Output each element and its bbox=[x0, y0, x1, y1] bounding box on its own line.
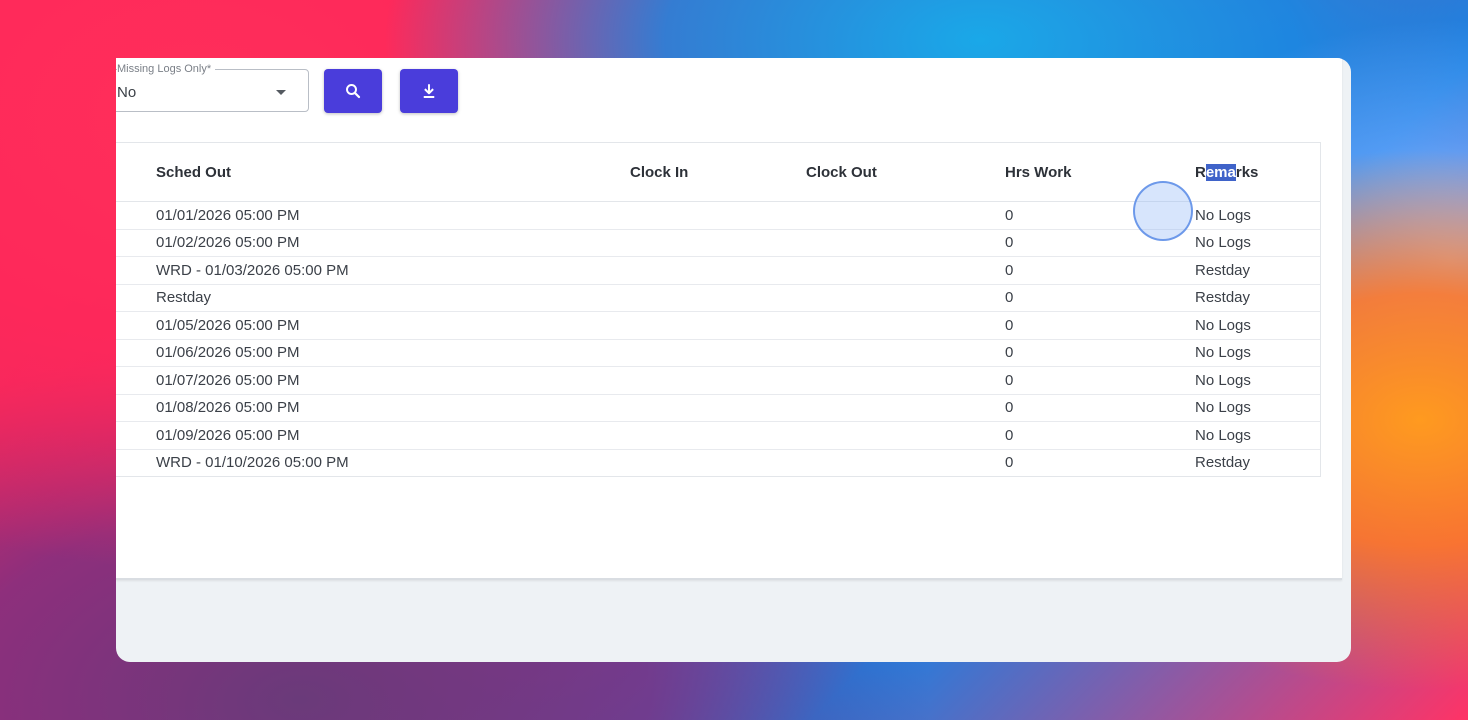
search-icon bbox=[346, 84, 361, 99]
missing-logs-select[interactable]: Missing Logs Only* No bbox=[116, 62, 309, 112]
cell-clock-in bbox=[630, 284, 806, 312]
cell-clock-in bbox=[630, 394, 806, 422]
cell-hrs-work: 0 bbox=[1005, 311, 1195, 340]
table-body: 01/01/2026 05:00 PM 0 No Logs 01/02/2026 05… bbox=[116, 201, 1320, 477]
search-button[interactable] bbox=[324, 69, 382, 113]
cell-clock-out bbox=[806, 229, 1005, 257]
cell-sched-out: WRD - 01/03/2026 05:00 PM bbox=[116, 256, 630, 285]
cell-clock-out bbox=[806, 256, 1005, 285]
cell-sched-out: 01/07/2026 05:00 PM bbox=[116, 366, 630, 395]
cell-hrs-work: 0 bbox=[1005, 284, 1195, 312]
cell-clock-in bbox=[630, 201, 806, 230]
cell-sched-out: 01/06/2026 05:00 PM bbox=[116, 339, 630, 367]
table-header-row: Sched Out Clock In Clock Out Hrs Work Re… bbox=[116, 143, 1320, 202]
table-row[interactable]: Restday 0 Restday bbox=[116, 284, 1320, 312]
app-window: Missing Logs Only* No Sched Out Clock In… bbox=[116, 58, 1351, 662]
col-hrs-work[interactable]: Hrs Work bbox=[1005, 143, 1195, 202]
cell-clock-out bbox=[806, 339, 1005, 367]
cell-hrs-work: 0 bbox=[1005, 201, 1195, 230]
attendance-card: Missing Logs Only* No Sched Out Clock In… bbox=[116, 58, 1342, 580]
cell-sched-out: 01/08/2026 05:00 PM bbox=[116, 394, 630, 422]
cell-remarks: No Logs bbox=[1195, 201, 1320, 230]
table-row[interactable]: 01/08/2026 05:00 PM 0 No Logs bbox=[116, 394, 1320, 422]
cell-sched-out: 01/02/2026 05:00 PM bbox=[116, 229, 630, 257]
attendance-table: Sched Out Clock In Clock Out Hrs Work Re… bbox=[116, 143, 1320, 476]
table-row[interactable]: 01/06/2026 05:00 PM 0 No Logs bbox=[116, 339, 1320, 367]
cell-hrs-work: 0 bbox=[1005, 229, 1195, 257]
cell-clock-in bbox=[630, 311, 806, 340]
table-row[interactable]: 01/07/2026 05:00 PM 0 No Logs bbox=[116, 366, 1320, 395]
cell-clock-out bbox=[806, 421, 1005, 450]
cell-remarks: No Logs bbox=[1195, 229, 1320, 257]
cell-remarks: No Logs bbox=[1195, 366, 1320, 395]
missing-logs-value: No bbox=[117, 84, 137, 101]
table-row[interactable]: 01/02/2026 05:00 PM 0 No Logs bbox=[116, 229, 1320, 257]
table-row[interactable]: WRD - 01/03/2026 05:00 PM 0 Restday bbox=[116, 256, 1320, 285]
remarks-header-start: R bbox=[1195, 163, 1206, 181]
cell-clock-out bbox=[806, 394, 1005, 422]
table-row[interactable]: 01/09/2026 05:00 PM 0 No Logs bbox=[116, 421, 1320, 450]
cell-hrs-work: 0 bbox=[1005, 394, 1195, 422]
cell-clock-in bbox=[630, 339, 806, 367]
cell-hrs-work: 0 bbox=[1005, 366, 1195, 395]
cell-hrs-work: 0 bbox=[1005, 421, 1195, 450]
remarks-header-selection: ema bbox=[1205, 163, 1236, 181]
cell-remarks: No Logs bbox=[1195, 421, 1320, 450]
cell-clock-in bbox=[630, 421, 806, 450]
cell-clock-out bbox=[806, 449, 1005, 476]
cell-hrs-work: 0 bbox=[1005, 339, 1195, 367]
cell-sched-out: WRD - 01/10/2026 05:00 PM bbox=[156, 454, 349, 472]
cell-remarks: No Logs bbox=[1195, 394, 1320, 422]
cell-clock-out bbox=[806, 201, 1005, 230]
cell-sched-out: 01/01/2026 05:00 PM bbox=[116, 201, 630, 230]
cell-hrs-work: 0 bbox=[1005, 454, 1014, 472]
cell-sched-out: 01/09/2026 05:00 PM bbox=[116, 421, 630, 450]
cell-hrs-work: 0 bbox=[1005, 256, 1195, 285]
cell-remarks: No Logs bbox=[1195, 339, 1320, 367]
cell-clock-out bbox=[806, 366, 1005, 395]
cell-clock-out bbox=[806, 311, 1005, 340]
cell-sched-out: Restday bbox=[116, 284, 630, 312]
cell-sched-out: 01/05/2026 05:00 PM bbox=[116, 311, 630, 340]
table-row[interactable]: WRD - 01/10/2026 05:00 PM 0 Restday bbox=[116, 449, 1320, 476]
attendance-table-wrap: Sched Out Clock In Clock Out Hrs Work Re… bbox=[116, 142, 1321, 477]
caret-down-icon bbox=[276, 90, 286, 95]
download-icon bbox=[423, 84, 435, 98]
cell-remarks: Restday bbox=[1195, 256, 1320, 285]
download-button[interactable] bbox=[400, 69, 458, 113]
cell-clock-in bbox=[630, 366, 806, 395]
remarks-header-end: rks bbox=[1235, 163, 1259, 181]
col-sched-out[interactable]: Sched Out bbox=[116, 143, 630, 202]
col-clock-out[interactable]: Clock Out bbox=[806, 143, 1005, 202]
cell-remarks: No Logs bbox=[1195, 311, 1320, 340]
missing-logs-label: Missing Logs Only* bbox=[117, 62, 216, 76]
cell-clock-in bbox=[630, 449, 806, 476]
cell-clock-in bbox=[630, 229, 806, 257]
cell-clock-in bbox=[630, 256, 806, 285]
col-clock-in[interactable]: Clock In bbox=[630, 143, 806, 202]
cell-remarks: Restday bbox=[1195, 454, 1251, 472]
table-row[interactable]: 01/05/2026 05:00 PM 0 No Logs bbox=[116, 311, 1320, 340]
cell-clock-out bbox=[806, 284, 1005, 312]
col-remarks[interactable]: Remarks bbox=[1195, 143, 1320, 202]
table-row[interactable]: 01/01/2026 05:00 PM 0 No Logs bbox=[116, 201, 1320, 230]
cell-remarks: Restday bbox=[1195, 284, 1320, 312]
